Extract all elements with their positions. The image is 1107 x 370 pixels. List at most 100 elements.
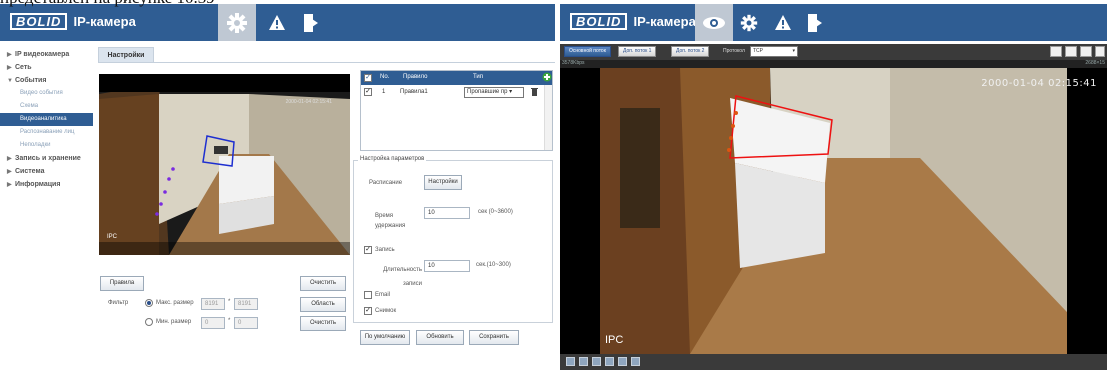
duration-hint: сек.(10~300) (476, 262, 511, 268)
sidebar: ▶ IP видеокамера ▶ Сеть ▼ События Видео событи… (0, 48, 93, 191)
fullsize-icon[interactable] (618, 357, 627, 366)
delete-rule-icon[interactable] (531, 87, 538, 98)
fullscreen-icon[interactable] (1095, 46, 1105, 57)
header-type: Тип (473, 74, 484, 80)
warning-icon (269, 15, 285, 30)
min-width-input[interactable]: 0 (201, 317, 225, 329)
figure-caption: представлен на рисунке 10.39 (0, 0, 215, 8)
row-checkbox[interactable]: ✓ (364, 88, 372, 96)
top-navigation-bar: BOLID IP-камера (0, 4, 555, 41)
email-label: Email (375, 292, 391, 298)
live-video[interactable]: 2000-01-04 02:15:41 IPC (560, 68, 1107, 354)
refresh-button[interactable]: Обновить (416, 330, 464, 345)
sidebar-group[interactable]: ▶ Система (0, 165, 93, 178)
sidebar-group[interactable]: ▼ События (0, 74, 93, 87)
zoom-icon[interactable] (579, 357, 588, 366)
hold-time-label: Время удержания (375, 213, 406, 229)
snapshot-label: Снимок (375, 308, 397, 314)
duration-label: Длительность записи (383, 267, 422, 287)
ptz-icon[interactable] (1050, 46, 1062, 57)
schedule-settings-button[interactable]: Настройки (424, 175, 462, 190)
clear-area-button[interactable]: Очистить (300, 316, 346, 331)
defaults-button[interactable]: По умолчанию (360, 330, 410, 345)
sidebar-subitem[interactable]: Распознавание лиц (0, 126, 93, 139)
rules-table-header: ✓ No. Правило Тип (361, 71, 552, 85)
nav-alarm[interactable] (258, 4, 296, 41)
sidebar-group[interactable]: ▶ IP видеокамера (0, 48, 93, 61)
bitrate-readout: 3578Kbps (562, 60, 585, 66)
table-scrollbar[interactable] (544, 85, 552, 150)
min-height-input[interactable]: 0 (234, 317, 258, 329)
tab-sub-stream-1[interactable]: Доп. поток 1 (618, 46, 657, 57)
hold-time-hint: сек (0~3600) (478, 209, 513, 215)
brand-product: IP-камера (73, 14, 136, 29)
ratio-icon[interactable] (592, 357, 601, 366)
stream-toolbar: Основной поток Доп. поток 1 Доп. поток 2… (560, 44, 1107, 60)
sidebar-subitem[interactable]: Видео события (0, 87, 93, 100)
min-size-separator: * (228, 318, 231, 324)
play-icon[interactable] (566, 357, 575, 366)
max-size-radio[interactable] (145, 299, 153, 307)
sidebar-group[interactable]: ▶ Информация (0, 178, 93, 191)
row-rule-name: Правила1 (400, 89, 428, 95)
resolution-readout: 2688×15 (1085, 60, 1105, 66)
clear-rules-button[interactable]: Очистить (300, 276, 346, 291)
brand-right: BOLID IP-камера (570, 13, 696, 30)
sidebar-subitem[interactable]: Неполадки (0, 139, 93, 152)
tab-main-stream[interactable]: Основной поток (564, 46, 611, 57)
tab-settings[interactable]: Настройки (98, 47, 154, 63)
record-icon[interactable] (1065, 46, 1077, 57)
snapshot-checkbox[interactable]: ✓ (364, 307, 372, 315)
hold-time-input[interactable]: 10 (424, 207, 470, 219)
nav-logout[interactable] (292, 4, 330, 41)
live-osd-label: IPC (605, 334, 624, 346)
video-preview[interactable]: 2000-01-04 02:15:41 IPC (99, 74, 350, 255)
protocol-select[interactable]: TCP ▾ (750, 46, 798, 57)
table-row[interactable]: ✓ 1 Правила1 Пропавшие пр ▾ (361, 85, 552, 100)
sidebar-item-label: Видео события (20, 90, 63, 96)
min-size-radio[interactable] (145, 318, 153, 326)
snapshot-icon[interactable] (1080, 46, 1092, 57)
sidebar-group[interactable]: ▶ Запись и хранение (0, 152, 93, 165)
nav-live-view-right[interactable] (695, 4, 733, 41)
record-checkbox[interactable]: ✓ (364, 246, 372, 254)
live-timestamp: 2000-01-04 02:15:41 (981, 78, 1097, 89)
brand-product-right: IP-камера (633, 14, 696, 29)
rules-table: ✓ No. Правило Тип ✓ 1 Правила1 Пропавшие… (360, 70, 553, 151)
min-size-label: Мин. размер (156, 319, 192, 325)
nav-logout-right[interactable] (796, 4, 834, 41)
select-all-checkbox[interactable]: ✓ (364, 74, 372, 82)
gear-icon (227, 12, 247, 33)
eye-icon (703, 16, 725, 29)
tab-underline (98, 62, 555, 63)
rate-bar: 3578Kbps 2688×15 (560, 60, 1107, 68)
caret-down-icon: ▼ (7, 78, 13, 84)
sidebar-item-label: Информация (15, 181, 61, 188)
logout-icon (808, 13, 822, 32)
sidebar-subitem[interactable]: Видеоаналитика (0, 113, 93, 126)
duration-input[interactable]: 10 (424, 260, 470, 272)
filter-label: Фильтр (108, 300, 129, 306)
protocol-label: Протокол (723, 48, 745, 54)
audio-icon[interactable] (631, 357, 640, 366)
brand-logo: BOLID (10, 13, 68, 30)
add-rule-icon[interactable] (542, 72, 552, 82)
sidebar-item-label: Видеоаналитика (20, 116, 67, 122)
nav-settings-right[interactable] (730, 4, 768, 41)
sidebar-item-label: Система (15, 168, 45, 175)
brand-logo-right: BOLID (570, 13, 628, 30)
save-button[interactable]: Сохранить (469, 330, 519, 345)
max-height-input[interactable]: 8191 (234, 298, 258, 310)
rules-button[interactable]: Правила (100, 276, 144, 291)
nav-settings[interactable] (218, 4, 256, 41)
schedule-label: Расписание (369, 180, 403, 186)
fit-icon[interactable] (605, 357, 614, 366)
row-type-select[interactable]: Пропавшие пр ▾ (464, 87, 524, 98)
row-no: 1 (382, 89, 386, 95)
area-button[interactable]: Область (300, 297, 346, 312)
tab-sub-stream-2[interactable]: Доп. поток 2 (671, 46, 710, 57)
sidebar-group[interactable]: ▶ Сеть (0, 61, 93, 74)
sidebar-subitem[interactable]: Схема (0, 100, 93, 113)
max-width-input[interactable]: 8191 (201, 298, 225, 310)
email-checkbox[interactable] (364, 291, 372, 299)
